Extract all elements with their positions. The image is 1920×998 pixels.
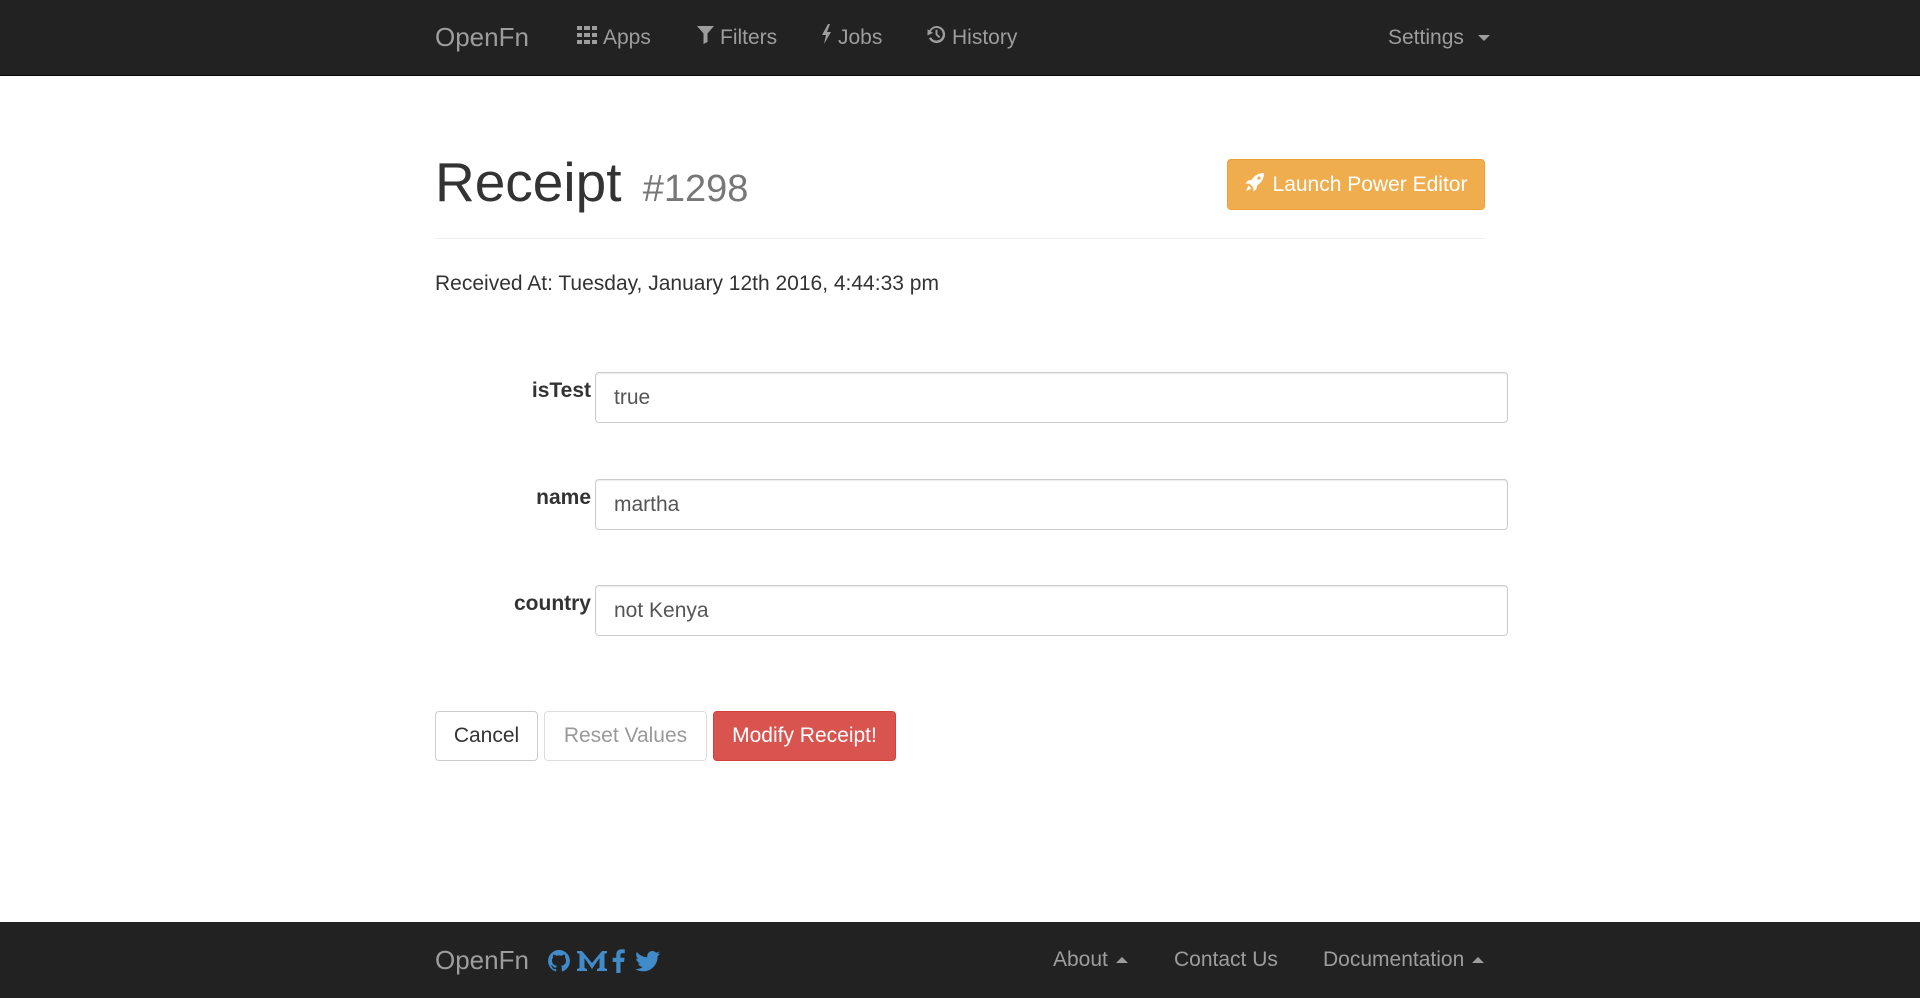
chevron-up-icon	[1472, 957, 1485, 963]
nav-item-history[interactable]: History	[927, 24, 1017, 52]
rocket-icon	[1245, 172, 1265, 198]
history-icon	[927, 24, 946, 52]
form-row-name: name	[435, 479, 1508, 530]
page-header: Receipt #1298 Launch Power Editor	[435, 140, 1485, 239]
name-input[interactable]	[595, 479, 1508, 530]
contact-us-link[interactable]: Contact Us	[1174, 946, 1278, 974]
nav-item-label: History	[952, 26, 1018, 49]
reset-values-button[interactable]: Reset Values	[544, 711, 707, 761]
twitter-icon[interactable]	[634, 948, 660, 974]
form-row-istest: isTest	[435, 372, 1508, 423]
github-icon[interactable]	[546, 948, 572, 974]
modify-receipt-button[interactable]: Modify Receipt!	[713, 711, 896, 761]
nav-item-jobs[interactable]: Jobs	[821, 24, 882, 52]
settings-dropdown[interactable]: Settings	[1388, 24, 1490, 52]
documentation-dropdown[interactable]: Documentation	[1323, 946, 1485, 974]
documentation-label: Documentation	[1323, 948, 1465, 971]
page-title: Receipt #1298	[435, 150, 748, 221]
istest-input[interactable]	[595, 372, 1508, 423]
chevron-up-icon	[1115, 957, 1128, 963]
form-row-country: country	[435, 585, 1508, 636]
power-editor-label: Launch Power Editor	[1272, 172, 1468, 196]
receipt-id: #1298	[642, 168, 749, 210]
medium-icon[interactable]	[577, 948, 607, 974]
cancel-button[interactable]: Cancel	[435, 711, 538, 761]
launch-power-editor-button[interactable]: Launch Power Editor	[1227, 159, 1485, 210]
filter-icon	[697, 24, 714, 52]
field-label: name	[536, 486, 591, 509]
brand-logo[interactable]: OpenFn	[435, 21, 529, 53]
about-label: About	[1053, 948, 1108, 971]
nav-item-label: Filters	[720, 26, 778, 49]
nav-item-label: Jobs	[838, 26, 883, 49]
field-label: isTest	[531, 379, 591, 402]
settings-label: Settings	[1388, 26, 1464, 49]
nav-item-filters[interactable]: Filters	[697, 24, 777, 52]
chevron-down-icon	[1477, 35, 1490, 41]
footer: OpenFn About Contact Us Documentation	[0, 922, 1920, 998]
country-input[interactable]	[595, 585, 1508, 636]
facebook-icon[interactable]	[608, 948, 628, 974]
nav-item-label: Apps	[603, 26, 651, 49]
title-text: Receipt	[435, 151, 622, 213]
bolt-icon	[821, 24, 832, 52]
about-dropdown[interactable]: About	[1053, 946, 1128, 974]
grid-icon	[577, 24, 597, 52]
received-at-text: Received At: Tuesday, January 12th 2016,…	[435, 272, 939, 295]
field-label: country	[513, 592, 591, 615]
top-navbar: OpenFn Apps Filters Jobs History Setting…	[0, 0, 1920, 76]
footer-brand: OpenFn	[435, 945, 529, 975]
nav-item-apps[interactable]: Apps	[577, 24, 651, 52]
